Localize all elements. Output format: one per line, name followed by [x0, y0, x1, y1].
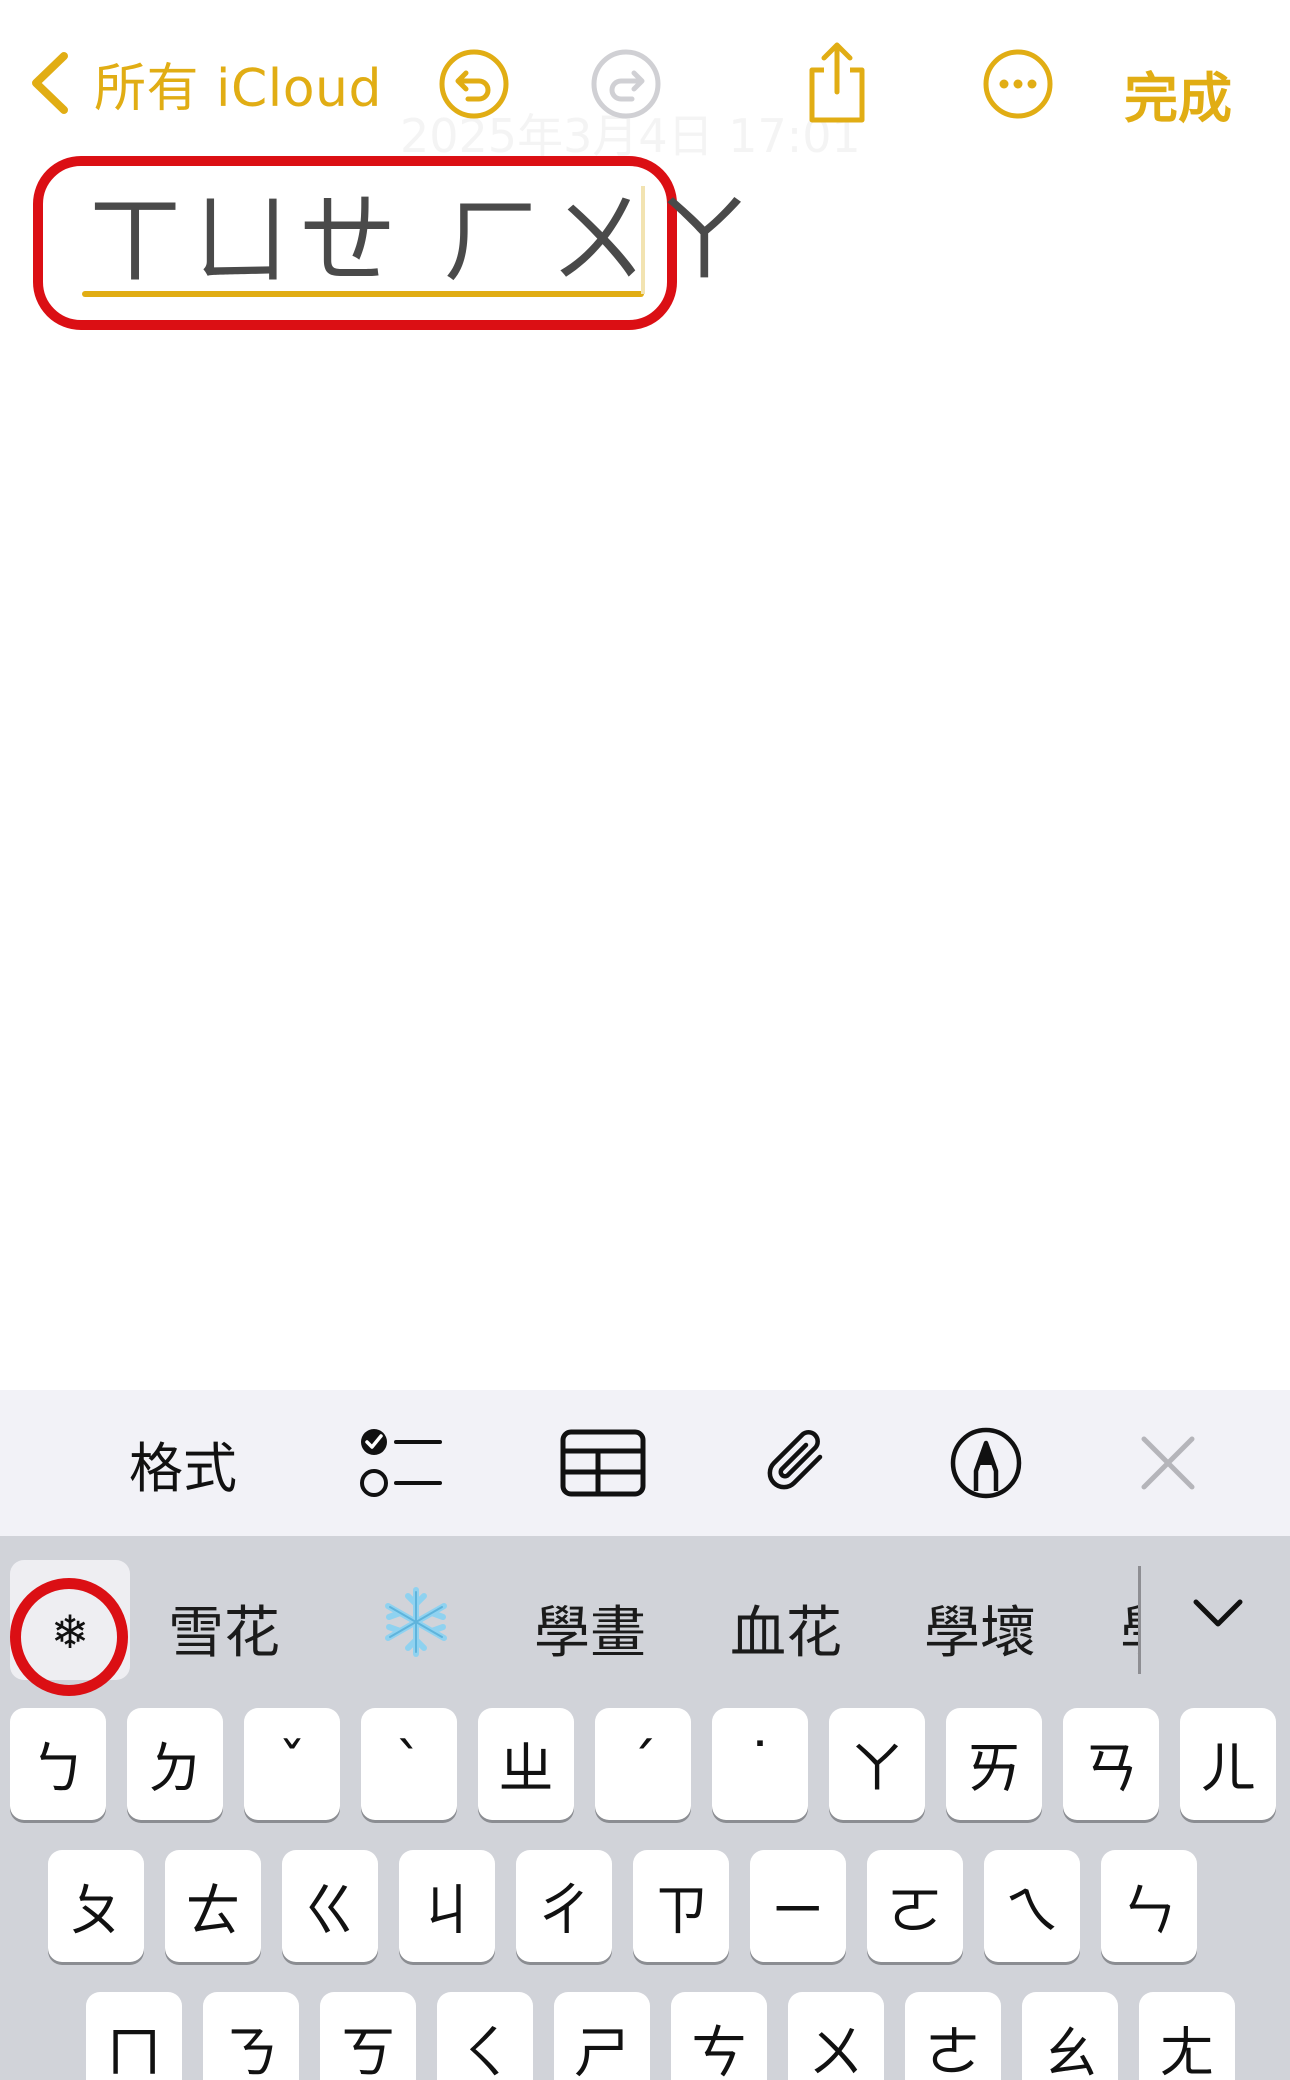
candidate-item[interactable]: 雪花 [168, 1588, 280, 1669]
marked-text-underline [82, 291, 644, 297]
more-button[interactable] [980, 46, 1056, 122]
key-c[interactable]: ㄘ [671, 1992, 767, 2080]
key-zh[interactable]: ㄓ [478, 1708, 574, 1820]
key-j[interactable]: ㄐ [399, 1850, 495, 1962]
checklist-button[interactable] [356, 1390, 446, 1536]
markup-pen-icon [950, 1427, 1022, 1499]
key-tone-neutral[interactable]: ˙ [712, 1708, 808, 1820]
redo-icon [591, 49, 661, 119]
key-ang[interactable]: ㄤ [1139, 1992, 1235, 2080]
share-button[interactable] [800, 40, 874, 126]
marked-text[interactable]: ㄒㄩㄝ ㄏㄨㄚ [86, 186, 761, 296]
expand-candidates-button[interactable] [1190, 1594, 1246, 1634]
format-button[interactable]: 格式 [118, 1390, 248, 1536]
candidate-item[interactable]: 血花 [730, 1588, 842, 1669]
redo-button[interactable] [588, 46, 664, 122]
share-icon [809, 42, 865, 123]
candidate-snowflake-emoji[interactable] [380, 1586, 452, 1658]
candidate-item[interactable]: 學壞 [924, 1588, 1036, 1669]
back-button-label: 所有 iCloud [94, 58, 383, 119]
key-e[interactable]: ㄜ [905, 1992, 1001, 2080]
table-button[interactable] [558, 1390, 648, 1536]
close-toolbar-button[interactable] [1134, 1390, 1202, 1536]
note-editor[interactable] [0, 150, 1290, 1390]
markup-button[interactable] [946, 1390, 1026, 1536]
candidate-bar: ❄ 雪花 學畫 血花 學壞 [0, 1536, 1290, 1696]
format-toolbar: 格式 [0, 1390, 1290, 1536]
key-ai[interactable]: ㄞ [946, 1708, 1042, 1820]
snowflake-icon: ❄ [50, 1605, 90, 1659]
key-a[interactable]: ㄚ [829, 1708, 925, 1820]
key-k[interactable]: ㄎ [320, 1992, 416, 2080]
key-tone-4[interactable]: ˋ [361, 1708, 457, 1820]
checklist-icon [360, 1429, 442, 1497]
key-n[interactable]: ㄋ [203, 1992, 299, 2080]
close-icon [1141, 1436, 1195, 1490]
key-an[interactable]: ㄢ [1063, 1708, 1159, 1820]
navigation-bar: 所有 iCloud 2025年3月4日 17:01 完成 [0, 0, 1290, 170]
key-q[interactable]: ㄑ [437, 1992, 533, 2080]
key-ei[interactable]: ㄟ [984, 1850, 1080, 1962]
more-icon [983, 49, 1053, 119]
key-z[interactable]: ㄗ [633, 1850, 729, 1962]
key-er[interactable]: ㄦ [1180, 1708, 1276, 1820]
key-en[interactable]: ㄣ [1101, 1850, 1197, 1962]
key-i[interactable]: ㄧ [750, 1850, 846, 1962]
key-sh[interactable]: ㄕ [554, 1992, 650, 2080]
key-o[interactable]: ㄛ [867, 1850, 963, 1962]
key-d[interactable]: ㄉ [127, 1708, 223, 1820]
back-button[interactable]: 所有 iCloud [26, 48, 383, 119]
paperclip-icon [767, 1430, 823, 1490]
key-ao[interactable]: ㄠ [1022, 1992, 1118, 2080]
key-tone-2[interactable]: ˊ [595, 1708, 691, 1820]
table-icon [560, 1429, 646, 1497]
candidate-overflow-clip: 學 [1120, 1536, 1138, 1696]
attachment-button[interactable] [756, 1390, 840, 1536]
snowflake-emoji-icon [385, 1587, 447, 1657]
key-tone-3[interactable]: ˇ [244, 1708, 340, 1820]
undo-button[interactable] [436, 46, 512, 122]
text-caret [641, 186, 645, 294]
key-b[interactable]: ㄅ [10, 1708, 106, 1820]
key-g[interactable]: ㄍ [282, 1850, 378, 1962]
key-p[interactable]: ㄆ [48, 1850, 144, 1962]
key-t[interactable]: ㄊ [165, 1850, 261, 1962]
key-ch[interactable]: ㄔ [516, 1850, 612, 1962]
chevron-left-icon [32, 52, 68, 114]
candidate-divider [1138, 1566, 1141, 1674]
undo-icon [439, 49, 509, 119]
bopomofo-keyboard: ❄ 雪花 學畫 血花 學壞 ㄅ ㄉ ˇ ˋ ㄓ ˊ ˙ ㄚ ㄞ ㄢ ㄦ ㄆ ㄊ … [0, 1536, 1290, 2080]
key-u[interactable]: ㄨ [788, 1992, 884, 2080]
chevron-down-icon [1193, 1599, 1243, 1627]
candidate-item[interactable]: 學畫 [534, 1588, 646, 1669]
key-m[interactable]: ㄇ [86, 1992, 182, 2080]
candidate-item[interactable]: 學 [1120, 1588, 1138, 1669]
done-button[interactable]: 完成 [1124, 54, 1232, 133]
